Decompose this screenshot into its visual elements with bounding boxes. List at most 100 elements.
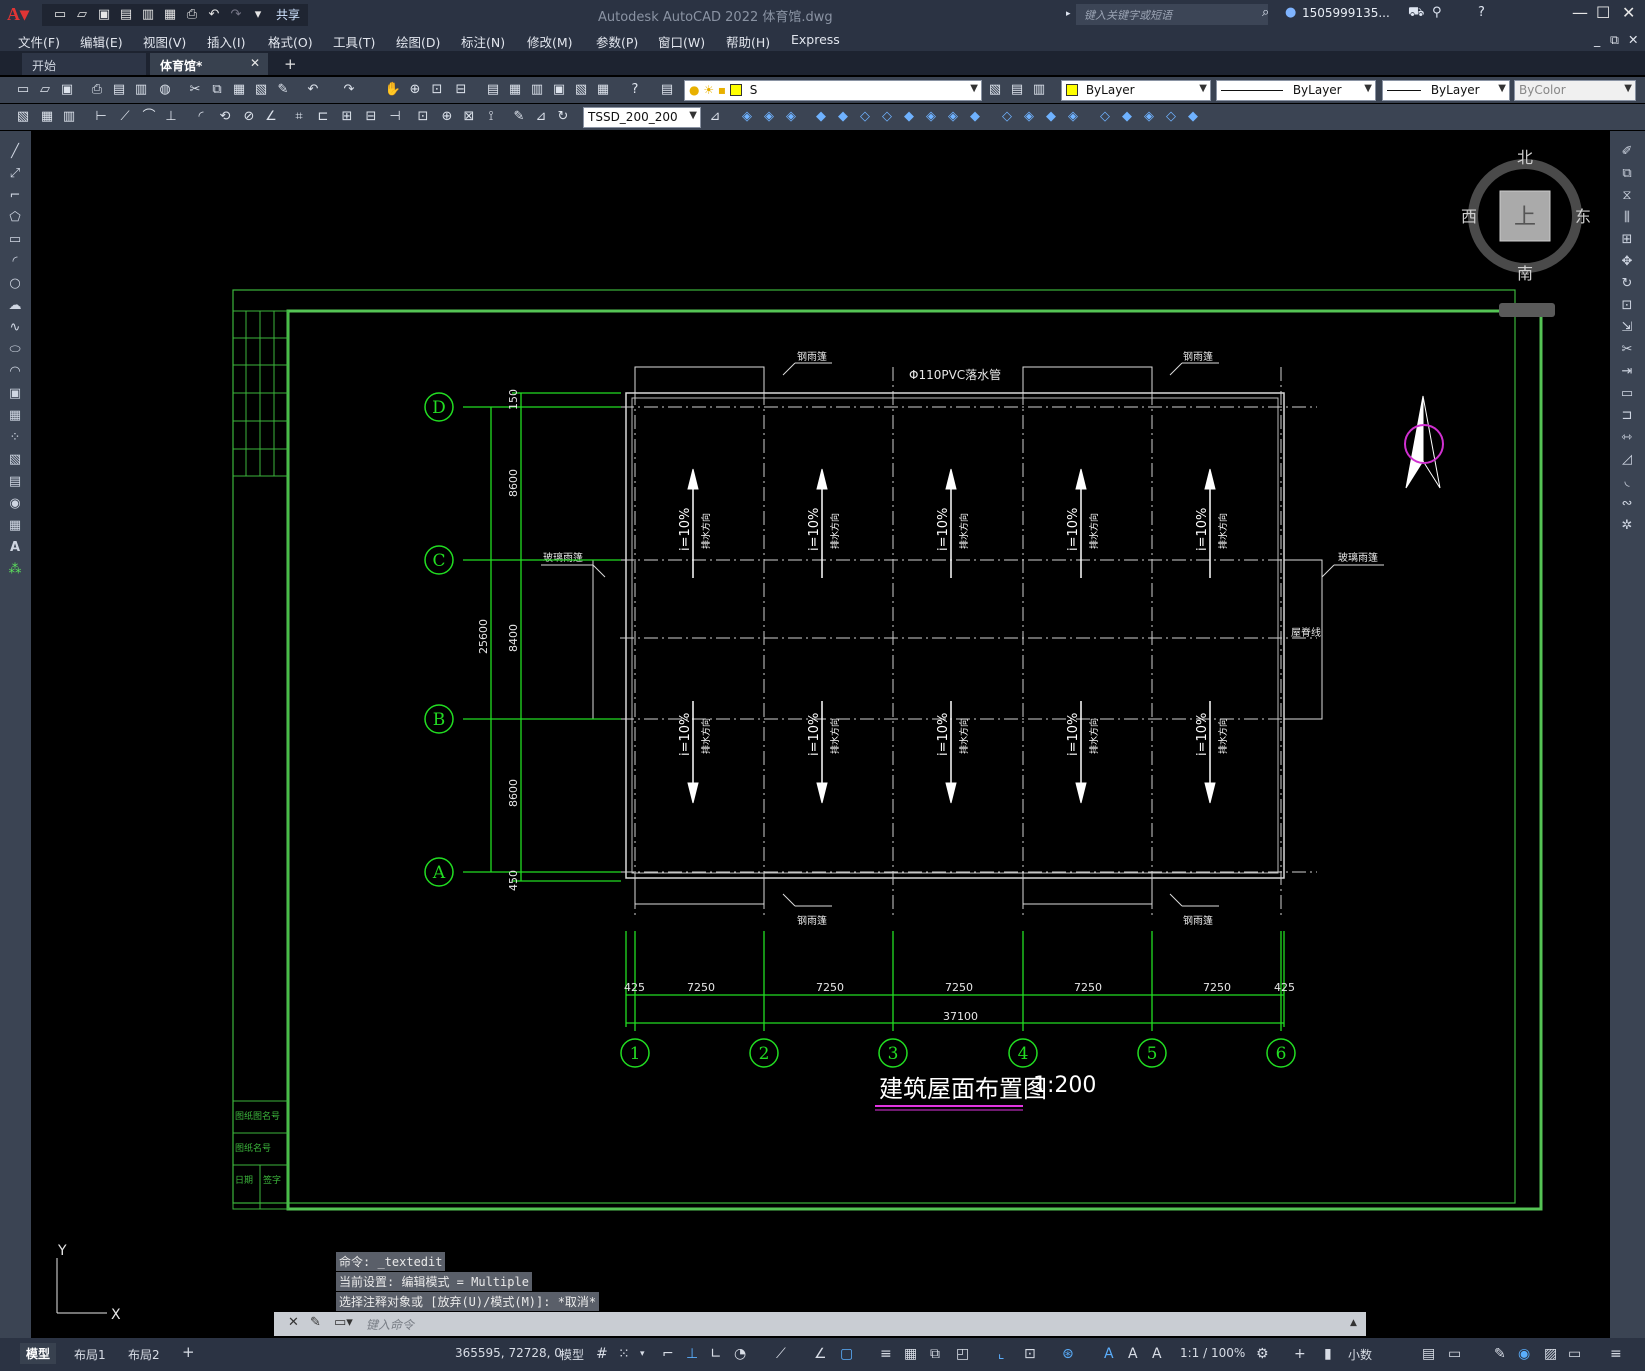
web-open-icon[interactable]: ▥ [138,6,158,24]
tb-plot-icon[interactable]: ⎙ [88,81,106,99]
command-close-icon[interactable]: ✕ [288,1315,299,1330]
viewcube-east[interactable]: 东 [1575,207,1591,226]
tb-properties-icon[interactable]: ▤ [484,81,502,99]
wcs-menu[interactable] [1499,303,1555,317]
tb-cut-icon[interactable]: ✂ [186,81,204,99]
line-icon[interactable]: ╱ [4,143,26,161]
menu-window[interactable]: 窗口(W) [658,32,705,51]
move-icon[interactable]: ✥ [1616,253,1638,271]
app-store-icon[interactable]: ⚲ [1432,5,1442,20]
tool-c-icon[interactable]: ◈ [782,108,800,126]
menu-edit[interactable]: 编辑(E) [80,32,123,51]
lock-ui-icon[interactable]: ▭ [1448,1346,1461,1362]
dynamic-input-icon[interactable]: ⊥ [686,1346,698,1362]
viewcube-south[interactable]: 南 [1517,264,1533,283]
linetype-dropdown-icon[interactable]: ▼ [1364,83,1372,94]
snap-icon[interactable]: ⁙ [618,1346,630,1362]
customize-icon[interactable]: ▭ [1568,1346,1581,1362]
hardware-acceleration-icon[interactable]: ◉ [1518,1346,1530,1362]
arc-length-icon[interactable]: ⌒ [140,108,158,126]
tool-t-icon[interactable]: ◆ [1184,108,1202,126]
tb-layer-manager-icon[interactable]: ▤ [658,81,676,99]
tb-zoom-previous-icon[interactable]: ⊟ [452,81,470,99]
tb-layer-state-icon[interactable]: ▥ [1030,81,1048,99]
layout-tab-2[interactable]: 布局2 [128,1346,160,1363]
make-block-icon[interactable]: ▦ [4,407,26,425]
explode-icon[interactable]: ✲ [1616,517,1638,535]
user-name[interactable]: 1505999135... [1302,6,1390,20]
close-icon[interactable]: ✕ [1622,3,1635,22]
add-layout-icon[interactable]: + [182,1343,195,1361]
search-input[interactable]: 键入关键字或短语 [1076,4,1268,25]
menu-insert[interactable]: 插入(I) [207,32,245,51]
ellipse-arc-icon[interactable]: ◠ [4,363,26,381]
tb2-a-icon[interactable]: ▧ [14,108,32,126]
object-snap-icon[interactable]: ▢ [840,1346,853,1362]
undo-icon[interactable]: ↶ [204,6,224,24]
radius-dim-icon[interactable]: ◜ [192,108,210,126]
tb-new-icon[interactable]: ▭ [14,81,32,99]
menu-dimension[interactable]: 标注(N) [461,32,505,51]
inspect-icon[interactable]: ⊠ [460,108,478,126]
revcloud-icon[interactable]: ☁ [4,297,26,315]
tb2-b-icon[interactable]: ▦ [38,108,56,126]
tb-open-icon[interactable]: ▱ [36,81,54,99]
object-snap-tracking-icon[interactable]: ∠ [814,1346,827,1362]
tool-s-icon[interactable]: ◇ [1162,108,1180,126]
menu-tools[interactable]: 工具(T) [333,32,375,51]
tool-a-icon[interactable]: ◈ [738,108,756,126]
isodraft-icon[interactable]: ⟋ [776,1346,786,1362]
saveas-icon[interactable]: ▤ [116,6,136,24]
cart-icon[interactable]: ⛟ [1408,5,1424,22]
tool-d-icon[interactable]: ◆ [812,108,830,126]
layer-combo[interactable]: ● ☀ ▪ S ▼ [684,80,982,101]
maximize-icon[interactable]: ☐ [1596,3,1610,22]
aligned-dim-icon[interactable]: ⟋ [116,108,134,126]
doc-restore-icon[interactable]: ⧉ [1610,32,1619,48]
break-icon[interactable]: ⊐ [1616,407,1638,425]
hatch-icon[interactable]: ▧ [4,451,26,469]
layout-tab-1[interactable]: 布局1 [74,1346,106,1363]
command-input[interactable]: 键入命令 [366,1316,414,1333]
share-button[interactable]: 共享 [276,6,300,23]
selection-filter-icon[interactable]: ⊡ [1024,1346,1036,1362]
menu-view[interactable]: 视图(V) [143,32,186,51]
doc-minimize-icon[interactable]: _ [1594,32,1600,47]
roof-outline-outer[interactable] [625,392,1285,879]
fillet-icon[interactable]: ◟ [1616,473,1638,491]
tb-copy-icon[interactable]: ⧉ [208,81,226,99]
tab-close-icon[interactable]: ✕ [250,56,260,70]
continue-dim-icon[interactable]: ⊞ [338,108,356,126]
tb-help-icon[interactable]: ? [626,81,644,99]
dynamic-ucs-icon[interactable]: ⌞ [998,1346,1005,1362]
dimstyle-manager-icon[interactable]: ⊿ [706,108,724,126]
layer-sun-icon[interactable]: ☀ [703,83,714,97]
command-line[interactable]: ✕ ✎ ▭▾ 键入命令 ▲ [274,1312,1366,1336]
dimedit-icon[interactable]: ✎ [510,108,528,126]
save-icon[interactable]: ▣ [94,6,114,24]
center-mark-icon[interactable]: ⊕ [438,108,456,126]
annotation-scale-icon[interactable]: A [1152,1346,1162,1362]
search-icon[interactable]: ⌕ [1262,5,1269,20]
polyline-icon[interactable]: ⌐ [4,187,26,205]
array-icon[interactable]: ⊞ [1616,231,1638,249]
ellipse-icon[interactable]: ⬭ [4,341,26,359]
tool-j-icon[interactable]: ◈ [944,108,962,126]
tool-l-icon[interactable]: ◇ [998,108,1016,126]
drawing-scale[interactable]: 1:200 [1033,1073,1096,1098]
tb-layer-previous-icon[interactable]: ▤ [1008,81,1026,99]
stretch-icon[interactable]: ⇲ [1616,319,1638,337]
menu-modify[interactable]: 修改(M) [527,32,573,51]
tool-k-icon[interactable]: ◆ [966,108,984,126]
layer-lock-icon[interactable]: ▪ [718,83,726,97]
tool-i-icon[interactable]: ◈ [922,108,940,126]
linear-dim-icon[interactable]: ⊢ [92,108,110,126]
lineweight-combo[interactable]: ByLayer ▼ [1382,80,1510,101]
ordinate-dim-icon[interactable]: ⊥ [162,108,180,126]
arc-icon[interactable]: ◜ [4,253,26,271]
insert-block-icon[interactable]: ▣ [4,385,26,403]
linetype-combo[interactable]: ByLayer ▼ [1216,80,1376,101]
tool-r-icon[interactable]: ◈ [1140,108,1158,126]
selection-cycling-icon[interactable]: ⧉ [930,1346,940,1362]
spline-icon[interactable]: ∿ [4,319,26,337]
